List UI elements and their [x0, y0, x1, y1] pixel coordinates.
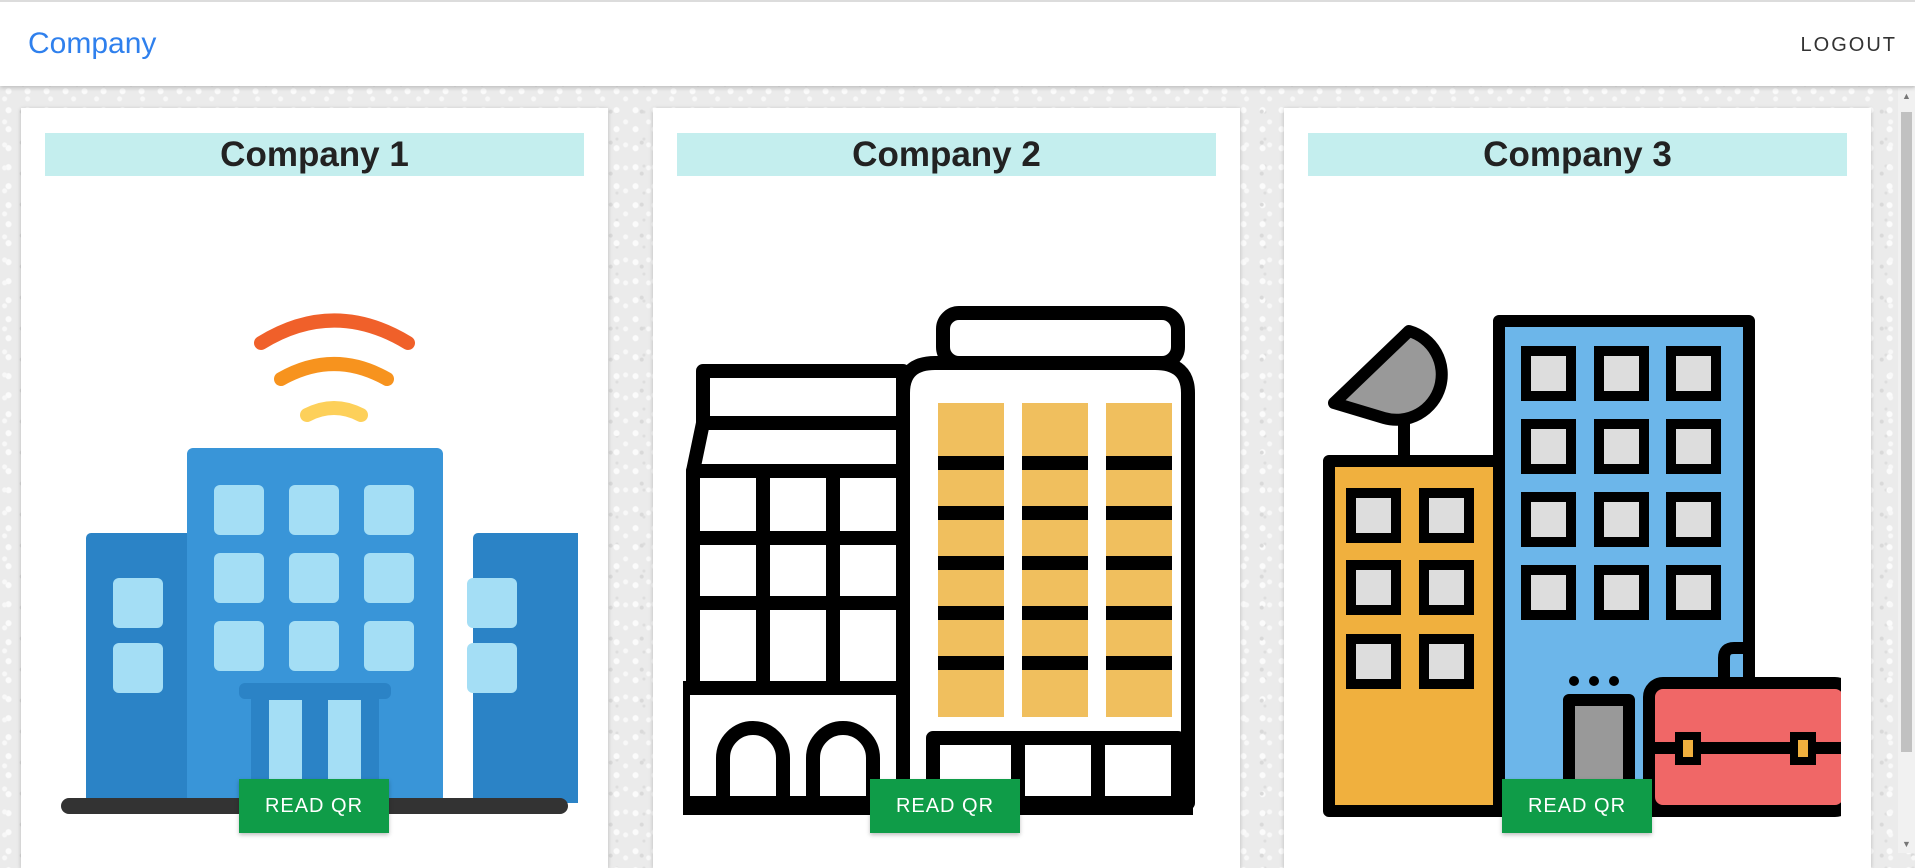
office-building-wifi-icon — [51, 203, 578, 843]
logout-button[interactable]: LOGOUT — [1801, 33, 1897, 57]
business-buildings-briefcase-icon — [1314, 203, 1841, 843]
card-title: Company 2 — [677, 133, 1216, 176]
card-title: Company 1 — [45, 133, 584, 176]
top-navbar: Company LOGOUT — [0, 0, 1915, 86]
company-card-1: Company 1 READ QR — [21, 108, 608, 868]
vertical-scrollbar[interactable]: ▲ ▼ — [1898, 88, 1915, 853]
read-qr-button[interactable]: READ QR — [1502, 779, 1652, 833]
city-buildings-outline-icon — [683, 203, 1210, 843]
card-title: Company 3 — [1308, 133, 1847, 176]
scroll-up-arrow-icon[interactable]: ▲ — [1898, 88, 1915, 105]
read-qr-button[interactable]: READ QR — [870, 779, 1020, 833]
read-qr-button[interactable]: READ QR — [239, 779, 389, 833]
company-card-3: Company 3 READ QR — [1284, 108, 1871, 868]
brand-link[interactable]: Company — [28, 26, 156, 62]
scrollbar-thumb[interactable] — [1901, 112, 1912, 752]
scroll-down-arrow-icon[interactable]: ▼ — [1898, 836, 1915, 853]
company-card-2: Company 2 READ QR — [653, 108, 1240, 868]
